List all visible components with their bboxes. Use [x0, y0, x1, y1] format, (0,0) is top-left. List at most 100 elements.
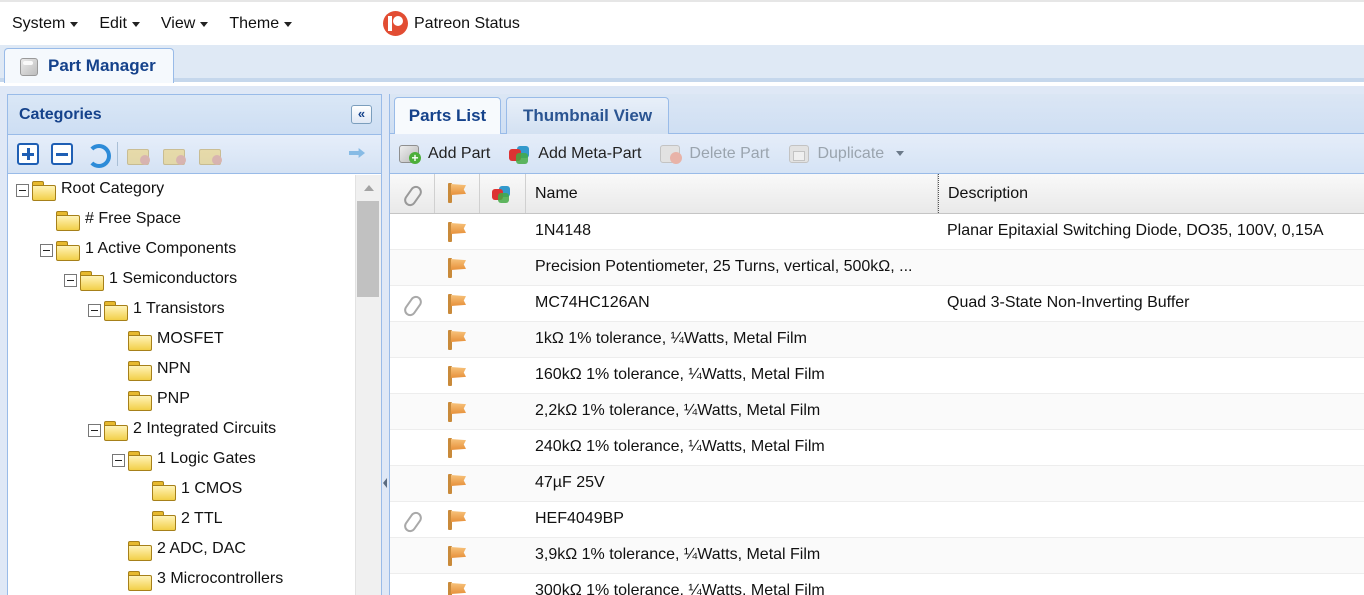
menu-theme[interactable]: Theme — [217, 2, 301, 45]
add-meta-part-button[interactable]: Add Meta-Part — [508, 143, 641, 165]
flag-icon — [445, 221, 469, 243]
patreon-status-link[interactable]: Patreon Status — [383, 11, 520, 36]
delete-folder-icon[interactable] — [198, 143, 224, 165]
part-name-cell: 1kΩ 1% tolerance, ¼Watts, Metal Film — [535, 330, 807, 347]
folder-icon — [152, 511, 176, 531]
add-part-label: Add Part — [428, 144, 491, 162]
tab-part-manager[interactable]: Part Manager — [4, 48, 174, 83]
chevron-down-icon[interactable] — [896, 151, 905, 156]
column-meta-part[interactable] — [480, 174, 526, 213]
tree-collapse-toggle-icon[interactable] — [16, 184, 29, 197]
tree-node-label: # Free Space — [85, 210, 182, 227]
tree-node[interactable]: 2 ADC, DAC — [8, 535, 355, 565]
folder-icon — [56, 211, 80, 231]
add-meta-part-label: Add Meta-Part — [538, 144, 642, 162]
tree-node[interactable]: Root Category — [8, 175, 355, 205]
chevron-down-icon — [284, 22, 293, 27]
table-row[interactable]: 160kΩ 1% tolerance, ¼Watts, Metal Film — [390, 358, 1364, 394]
menu-view[interactable]: View — [149, 2, 217, 45]
tree-node-label: 1 Logic Gates — [157, 450, 256, 467]
table-row[interactable]: MC74HC126AN Quad 3-State Non-Inverting Bu… — [390, 286, 1364, 322]
meta-part-icon — [490, 183, 514, 205]
table-row[interactable]: 1kΩ 1% tolerance, ¼Watts, Metal Film — [390, 322, 1364, 358]
tree-node[interactable]: 1 Active Components — [8, 235, 355, 265]
table-row[interactable]: HEF4049BP — [390, 502, 1364, 538]
part-name-cell: 3,9kΩ 1% tolerance, ¼Watts, Metal Film — [535, 546, 821, 563]
scroll-up-arrow-icon[interactable] — [364, 185, 374, 191]
flag-icon — [445, 581, 469, 595]
tree-node[interactable]: MOSFET — [8, 325, 355, 355]
column-stock-flag[interactable] — [435, 174, 480, 213]
patreon-status-label: Patreon Status — [414, 14, 520, 32]
expand-all-icon[interactable] — [17, 143, 39, 165]
delete-part-label: Delete Part — [689, 144, 770, 162]
tree-collapse-toggle-icon[interactable] — [40, 244, 53, 257]
menu-edit[interactable]: Edit — [87, 2, 149, 45]
menu-system[interactable]: System — [0, 2, 87, 45]
folder-icon — [128, 451, 152, 471]
parts-tab-bar: Parts List Thumbnail View — [390, 94, 1364, 134]
tree-node-label: 2 TTL — [181, 510, 223, 527]
column-attachment[interactable] — [390, 174, 435, 213]
tree-node[interactable]: 2 Integrated Circuits — [8, 415, 355, 445]
tree-node[interactable]: 1 Transistors — [8, 295, 355, 325]
add-part-icon — [398, 143, 422, 165]
tab-thumbnail-view-label: Thumbnail View — [522, 106, 653, 125]
table-row[interactable]: 47µF 25V — [390, 466, 1364, 502]
tab-thumbnail-view[interactable]: Thumbnail View — [506, 97, 669, 134]
parts-toolbar: Add Part Add Meta-Part Delete Part Dupli… — [390, 134, 1364, 174]
table-row[interactable]: 240kΩ 1% tolerance, ¼Watts, Metal Film — [390, 430, 1364, 466]
tree-node[interactable]: 3 Microcontrollers — [8, 565, 355, 595]
tree-scrollbar[interactable] — [355, 175, 381, 595]
tree-node-label: MOSFET — [157, 330, 224, 347]
collapse-all-icon[interactable] — [51, 143, 73, 165]
tree-node[interactable]: NPN — [8, 355, 355, 385]
workspace: Categories « Root Category # Free Space 1 … — [0, 86, 1364, 595]
part-name-cell: 2,2kΩ 1% tolerance, ¼Watts, Metal Film — [535, 402, 821, 419]
table-row[interactable]: 3,9kΩ 1% tolerance, ¼Watts, Metal Film — [390, 538, 1364, 574]
menu-theme-label: Theme — [229, 14, 280, 32]
tree-collapse-toggle-icon[interactable] — [88, 304, 101, 317]
tree-node[interactable]: 2 TTL — [8, 505, 355, 535]
categories-header: Categories « — [8, 95, 381, 135]
tree-collapse-toggle-icon[interactable] — [64, 274, 77, 287]
add-folder-icon[interactable] — [126, 143, 152, 165]
flag-icon — [445, 473, 469, 495]
part-name-cell: 1N4148 — [535, 222, 592, 239]
folder-icon — [80, 271, 104, 291]
column-name[interactable]: Name — [526, 174, 938, 213]
duplicate-button[interactable]: Duplicate — [787, 143, 884, 165]
duplicate-icon — [787, 143, 811, 165]
edit-folder-icon[interactable] — [162, 143, 188, 165]
tree-node[interactable]: 1 Semiconductors — [8, 265, 355, 295]
scrollbar-thumb[interactable] — [357, 201, 379, 297]
part-cube-icon — [17, 56, 39, 76]
panel-splitter[interactable] — [382, 94, 389, 595]
tab-parts-list[interactable]: Parts List — [394, 97, 501, 134]
chevron-down-icon — [70, 22, 79, 27]
toolbar-separator — [117, 142, 118, 166]
table-row[interactable]: Precision Potentiometer, 25 Turns, verti… — [390, 250, 1364, 286]
paperclip-icon — [402, 183, 422, 205]
table-row[interactable]: 300kΩ 1% tolerance, ¼Watts, Metal Film — [390, 574, 1364, 595]
categories-toolbar — [8, 135, 381, 174]
part-description-cell: Quad 3-State Non-Inverting Buffer — [947, 294, 1190, 311]
add-part-button[interactable]: Add Part — [398, 143, 490, 165]
tree-node[interactable]: PNP — [8, 385, 355, 415]
sync-icon[interactable] — [347, 144, 371, 164]
tree-node[interactable]: 1 Logic Gates — [8, 445, 355, 475]
tree-node[interactable]: 1 CMOS — [8, 475, 355, 505]
tree-collapse-toggle-icon[interactable] — [112, 454, 125, 467]
table-row[interactable]: 2,2kΩ 1% tolerance, ¼Watts, Metal Film — [390, 394, 1364, 430]
meta-part-icon — [508, 143, 532, 165]
part-name-cell: MC74HC126AN — [535, 294, 650, 311]
table-row[interactable]: 1N4148 Planar Epitaxial Switching Diode, … — [390, 214, 1364, 250]
tree-node[interactable]: # Free Space — [8, 205, 355, 235]
delete-part-button[interactable]: Delete Part — [659, 143, 769, 165]
folder-icon — [128, 361, 152, 381]
collapse-arrow-icon[interactable] — [383, 478, 387, 488]
tree-collapse-toggle-icon[interactable] — [88, 424, 101, 437]
column-description[interactable]: Description — [938, 174, 1364, 213]
collapse-panel-button[interactable]: « — [351, 105, 372, 124]
refresh-icon[interactable] — [85, 142, 111, 168]
